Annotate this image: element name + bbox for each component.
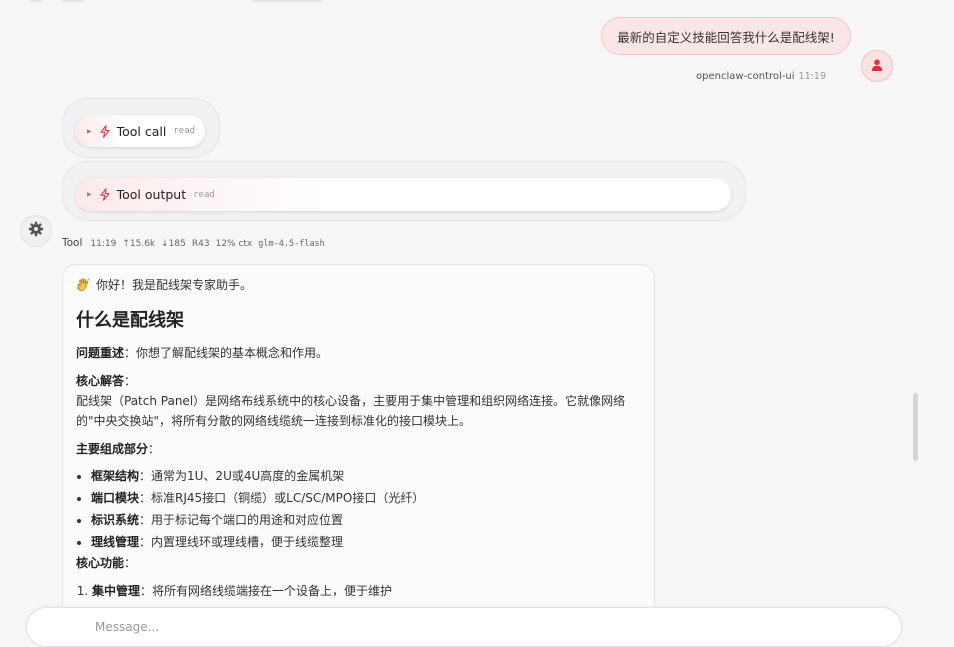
tool-call-tag: read [173,126,196,136]
tool-output-card: ▶ Tool output read [62,161,746,221]
list-item: 理线管理：内置理线环或理线槽，便于线缆整理 [91,531,641,553]
funcs-heading: 核心功能： [76,553,641,573]
list-item: 标识系统：用于标记每个端口的用途和对应位置 [91,509,641,531]
bolt-icon [99,124,111,138]
message-composer[interactable]: Message... [26,607,902,647]
greeting-text: 你好！我是配线架专家助手。 [96,278,253,292]
greeting-line: 你好！我是配线架专家助手。 [76,276,641,293]
core-text: 配线架（Patch Panel）是网络布线系统中的核心设备，主要用于集中管理和组… [76,394,626,428]
gear-icon [28,221,44,241]
answer-heading: 什么是配线架 [76,310,184,331]
parts-list: 框架结构：通常为1U、2U或4U高度的金属机架 端口模块：标准RJ45接口（铜缆… [76,465,641,553]
user-avatar [861,50,893,82]
tokens-in: ↑15.6k [122,239,156,249]
user-message-text: 最新的自定义技能回答我什么是配线架! [617,29,835,45]
model-name: glm-4.5-flash [258,239,325,249]
user-message-time: 11:19 [798,71,826,82]
tool-output-label: Tool output [116,187,187,202]
part-text: ：内置理线环或理线槽，便于线缆整理 [139,535,344,549]
part-text: ：用于标记每个端口的用途和对应位置 [139,513,344,527]
assistant-avatar [20,215,52,247]
parts-heading: 主要组成部分： [76,439,641,459]
core-label: 核心解答 [76,374,125,388]
composer-placeholder: Message... [95,620,160,634]
parts-colon: ： [148,442,161,456]
user-icon [870,57,884,76]
tool-call-label: Tool call [116,123,167,139]
caret-right-icon: ▶ [87,191,92,198]
tokens-out: ↓185 [161,239,186,249]
core-paragraph: 核心解答： 配线架（Patch Panel）是网络布线系统中的核心设备，主要用于集… [76,371,641,431]
user-sender: openclaw-control-ui [696,71,795,82]
previous-content-edge [0,0,954,4]
assistant-name: Tool [62,237,83,249]
list-item: 框架结构：通常为1U、2U或4U高度的金属机架 [91,465,641,487]
func-label: 集中管理 [92,584,141,598]
assistant-message-bubble: 你好！我是配线架专家助手。 什么是配线架 问题重述：你想了解配线架的基本概念和作… [62,264,655,644]
restate-text: ：你想了解配线架的基本概念和作用。 [124,346,329,360]
list-item: 集中管理：将所有网络线缆端接在一个设备上，便于维护 [92,581,641,601]
parts-label: 主要组成部分 [76,442,149,456]
part-text: ：标准RJ45接口（铜缆）或LC/SC/MPO接口（光纤） [139,491,425,505]
caret-right-icon: ▶ [87,127,92,135]
tool-call-card: ▶ Tool call read [62,98,220,158]
part-label: 理线管理 [91,535,140,549]
tool-output-tag: read [193,189,215,200]
bolt-icon [99,188,111,201]
user-message-meta: openclaw-control-ui 11:19 [696,71,826,82]
part-label: 端口模块 [91,491,140,505]
core-colon: ： [124,374,137,388]
cache-read: R43 [191,239,210,249]
chat-scrollbar-thumb[interactable] [913,393,918,461]
part-label: 标识系统 [91,513,140,527]
user-message-bubble: 最新的自定义技能回答我什么是配线架! [601,17,851,55]
restate-paragraph: 问题重述：你想了解配线架的基本概念和作用。 [76,343,641,363]
tool-call-toggle[interactable]: ▶ Tool call read [75,115,205,147]
funcs-list: 集中管理：将所有网络线缆端接在一个设备上，便于维护 [76,581,641,601]
funcs-label: 核心功能 [76,556,125,570]
part-text: ：通常为1U、2U或4U高度的金属机架 [139,469,345,483]
waving-hand-icon [76,277,91,292]
list-item: 端口模块：标准RJ45接口（铜缆）或LC/SC/MPO接口（光纤） [91,487,641,509]
tool-output-toggle[interactable]: ▶ Tool output read [75,178,731,211]
assistant-time: 11:19 [90,239,117,249]
assistant-meta: Tool 11:19 ↑15.6k ↓185 R43 12% ctx glm-4.5-fla… [62,237,331,249]
part-label: 框架结构 [91,469,140,483]
funcs-colon: ： [124,556,137,570]
func-text: ：将所有网络线缆端接在一个设备上，便于维护 [140,584,393,598]
context-usage: 12% ctx [215,239,253,249]
restate-label: 问题重述 [76,346,125,360]
